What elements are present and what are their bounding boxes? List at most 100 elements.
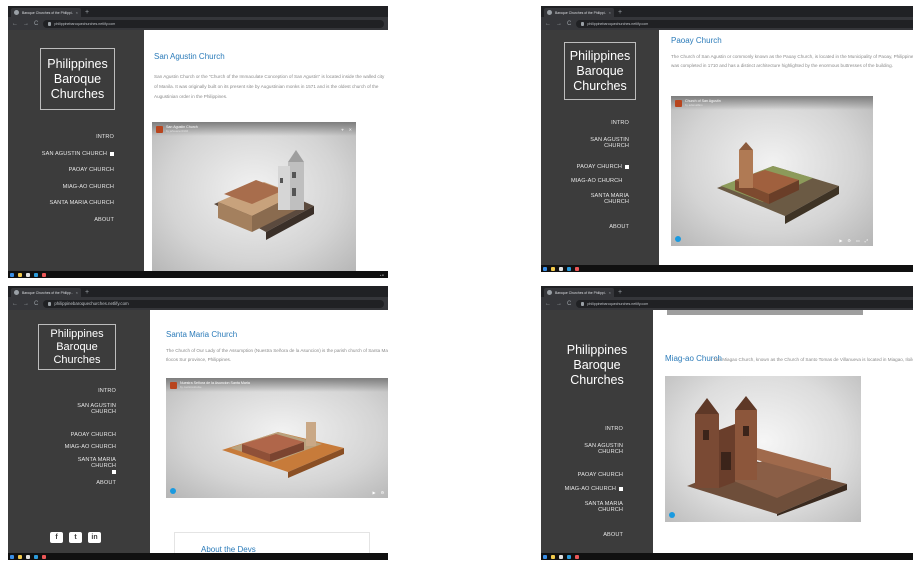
address-bar[interactable]: philippinebaroquechurches.netlify.com <box>43 19 384 28</box>
app-icon[interactable] <box>26 272 30 277</box>
twitter-icon[interactable]: t <box>69 532 82 543</box>
start-icon[interactable] <box>543 554 547 559</box>
explorer-icon[interactable] <box>551 554 555 559</box>
share-icon[interactable]: ⌖ <box>341 127 343 132</box>
settings-icon[interactable]: ⚙ <box>381 490 385 495</box>
address-bar[interactable]: philippinebaroquechurches.netlify.com <box>43 299 384 308</box>
sidebar-item-san-agustin[interactable]: CHURCH <box>598 449 623 456</box>
browser-tab[interactable]: Baroque Churches of the Philippi... × <box>11 8 81 17</box>
explorer-icon[interactable] <box>18 272 22 277</box>
sidebar-item-miagao[interactable]: MIAG-AO CHURCH <box>63 184 114 191</box>
forward-icon[interactable]: → <box>23 301 29 307</box>
church-model-image[interactable] <box>218 408 348 478</box>
reload-icon[interactable]: C <box>567 301 571 307</box>
explorer-icon[interactable] <box>551 266 555 271</box>
vr-icon[interactable]: ▭ <box>856 238 860 243</box>
address-bar[interactable]: philippinebaroquechurches.netlify.com <box>576 19 913 28</box>
church-model-image[interactable] <box>713 136 843 226</box>
site-logo[interactable]: Philippines Baroque Churches <box>38 324 116 370</box>
model-author[interactable]: by adamalfaro <box>685 103 721 107</box>
sketchfab-viewer[interactable]: Nuestra Señora de la Asuncion Santa Mari… <box>166 378 388 498</box>
sidebar-item-about[interactable]: ABOUT <box>609 224 629 231</box>
browser-tab[interactable]: Baroque Churches of the Philippi... × <box>544 8 614 17</box>
app-icon[interactable] <box>26 554 30 559</box>
sidebar-item-santa-maria[interactable] <box>112 469 116 474</box>
model-author[interactable]: by jahsuarez1994 <box>166 129 198 133</box>
church-model-image[interactable] <box>204 144 324 254</box>
sketchfab-logo-icon[interactable] <box>675 236 681 242</box>
sidebar-item-intro[interactable]: INTRO <box>98 388 116 395</box>
chrome-icon[interactable] <box>575 266 579 271</box>
sidebar-item-paoay[interactable]: PAOAY CHURCH <box>71 432 116 439</box>
browser-tab[interactable]: Baroque Churches of the Philippi... × <box>544 288 614 297</box>
sidebar-item-miagao[interactable]: MIAG-AO CHURCH <box>541 178 622 185</box>
start-icon[interactable] <box>543 266 547 271</box>
address-bar[interactable]: philippinebaroquechurches.netlify.com <box>576 299 913 308</box>
new-tab-button[interactable]: + <box>85 288 89 297</box>
back-icon[interactable]: ← <box>12 301 18 307</box>
facebook-icon[interactable]: f <box>50 532 63 543</box>
sidebar-item-san-agustin[interactable]: CHURCH <box>91 409 116 416</box>
app-icon[interactable] <box>559 266 563 271</box>
app-icon[interactable] <box>34 272 38 277</box>
sidebar-item-intro[interactable]: INTRO <box>611 120 629 127</box>
sidebar-item-paoay[interactable]: PAOAY CHURCH <box>578 472 623 479</box>
church-model-image[interactable] <box>681 390 851 516</box>
site-logo[interactable]: Philippines Baroque Churches <box>563 330 631 400</box>
sidebar-item-miagao[interactable]: MIAG-AO CHURCH <box>65 444 116 451</box>
fullscreen-icon[interactable]: ⤢ <box>865 238 868 243</box>
app-icon[interactable] <box>559 554 563 559</box>
app-icon[interactable] <box>34 554 38 559</box>
close-icon[interactable]: × <box>609 290 611 295</box>
forward-icon[interactable]: → <box>556 21 562 27</box>
close-icon[interactable]: ✕ <box>349 127 352 132</box>
forward-icon[interactable]: → <box>23 21 29 27</box>
sidebar-item-intro[interactable]: INTRO <box>605 426 623 433</box>
sketchfab-logo-icon[interactable] <box>669 512 675 518</box>
reload-icon[interactable]: C <box>34 21 38 27</box>
new-tab-button[interactable]: + <box>618 8 622 17</box>
site-logo[interactable]: Philippines Baroque Churches <box>564 42 636 100</box>
reload-icon[interactable]: C <box>567 21 571 27</box>
sidebar-item-san-agustin[interactable]: CHURCH <box>604 143 629 150</box>
sketchfab-logo-icon[interactable] <box>170 488 176 494</box>
site-logo[interactable]: Philippines Baroque Churches <box>40 48 115 110</box>
back-icon[interactable]: ← <box>545 301 551 307</box>
sketchfab-viewer[interactable] <box>665 376 861 522</box>
sketchfab-viewer[interactable]: Church of San Agustin by adamalfaro ▶ ⚙ … <box>671 96 873 246</box>
back-icon[interactable]: ← <box>12 21 18 27</box>
chrome-icon[interactable] <box>575 554 579 559</box>
sketchfab-viewer[interactable]: San Agustin Church by jahsuarez1994 ⌖ ✕ <box>152 122 356 271</box>
close-icon[interactable]: × <box>76 290 78 295</box>
reload-icon[interactable]: C <box>34 301 38 307</box>
new-tab-button[interactable]: + <box>618 288 622 297</box>
sidebar-item-san-agustin[interactable]: SAN AGUSTIN CHURCH <box>42 151 114 158</box>
start-icon[interactable] <box>10 272 14 277</box>
start-icon[interactable] <box>10 554 14 559</box>
chrome-icon[interactable] <box>42 554 46 559</box>
play-icon[interactable]: ▶ <box>839 238 842 243</box>
sidebar-item-santa-maria[interactable]: SANTA MARIA CHURCH <box>50 200 114 207</box>
model-author[interactable]: by coolsimsburke <box>180 385 250 389</box>
sidebar-item-santa-maria[interactable]: CHURCH <box>604 199 629 206</box>
close-icon[interactable]: × <box>76 10 78 15</box>
sidebar-item-miagao[interactable]: MIAG-AO CHURCH <box>565 486 623 493</box>
back-icon[interactable]: ← <box>545 21 551 27</box>
play-icon[interactable]: ▶ <box>373 490 376 495</box>
sidebar-item-santa-maria[interactable]: CHURCH <box>598 507 623 514</box>
chrome-icon[interactable] <box>42 272 46 277</box>
sidebar-item-about[interactable]: ABOUT <box>94 217 114 224</box>
settings-icon[interactable]: ⚙ <box>847 238 851 243</box>
sidebar-item-intro[interactable]: INTRO <box>96 134 114 141</box>
browser-tab[interactable]: Baroque Churches of the Philipp... × <box>11 288 81 297</box>
explorer-icon[interactable] <box>18 554 22 559</box>
sidebar-item-about[interactable]: ABOUT <box>603 532 623 539</box>
app-icon[interactable] <box>567 554 571 559</box>
linkedin-icon[interactable]: in <box>88 532 101 543</box>
sidebar-item-about[interactable]: ABOUT <box>96 480 116 487</box>
close-icon[interactable]: × <box>609 10 611 15</box>
sidebar-item-paoay[interactable]: PAOAY CHURCH <box>577 164 629 171</box>
sidebar-item-paoay[interactable]: PAOAY CHURCH <box>69 167 114 174</box>
app-icon[interactable] <box>567 266 571 271</box>
new-tab-button[interactable]: + <box>85 8 89 17</box>
